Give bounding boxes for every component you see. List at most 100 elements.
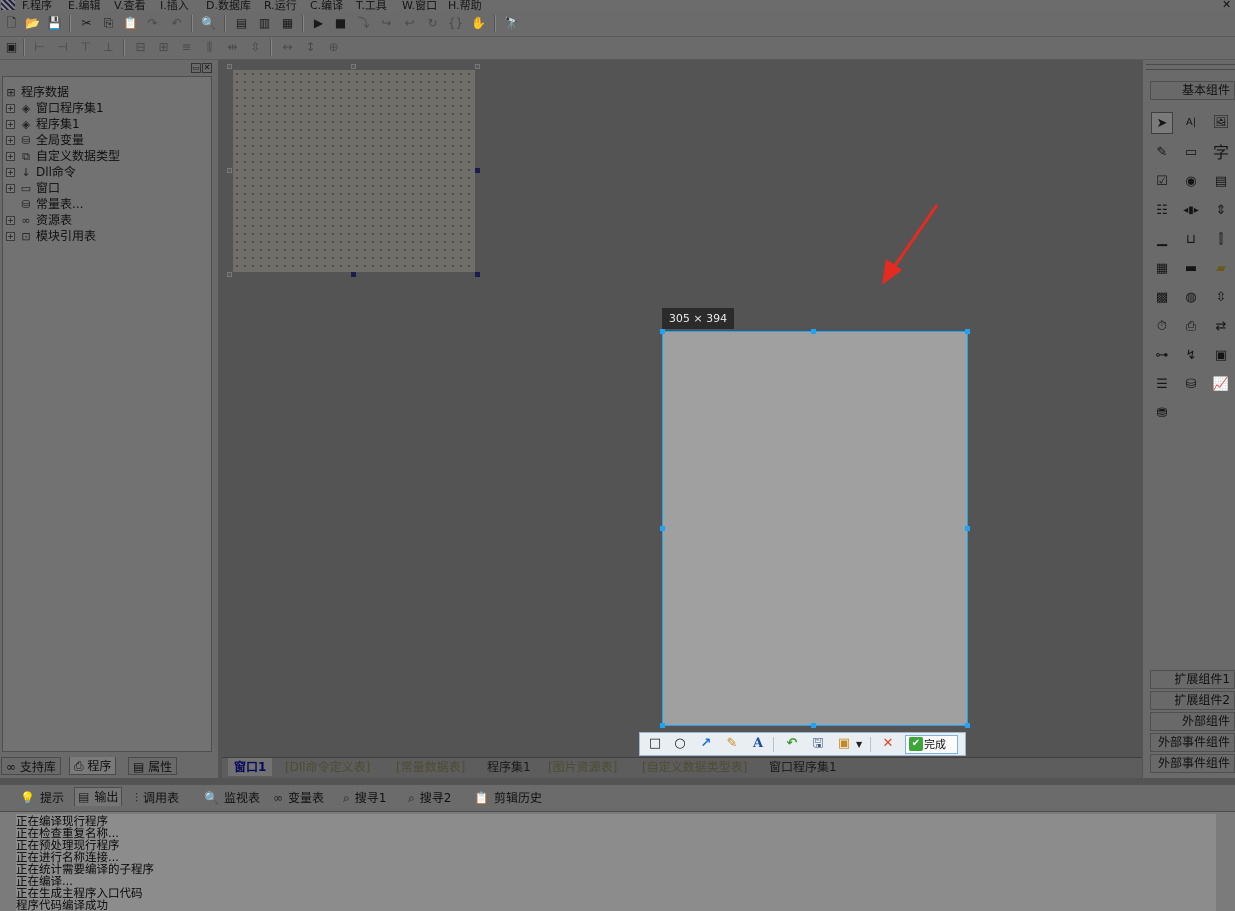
find-icon[interactable]: 🔍 bbox=[200, 15, 217, 31]
tree-item-dll-commands[interactable]: + ↓ Dll命令 bbox=[6, 164, 76, 180]
tree-item-assembly[interactable]: + ◈ 程序集1 bbox=[6, 116, 80, 132]
doc-tab-window-assembly1[interactable]: 窗口程序集1 bbox=[763, 758, 843, 776]
extension-components-1-button[interactable]: 扩展组件1 bbox=[1150, 670, 1235, 689]
redo-icon[interactable]: ↷ bbox=[144, 15, 161, 31]
external-components-button[interactable]: 外部组件 bbox=[1150, 712, 1235, 731]
doc-tab-window1[interactable]: 窗口1 bbox=[228, 758, 273, 776]
menu-run[interactable]: R.运行 bbox=[264, 0, 297, 12]
external-event-components-button[interactable]: 外部事件组件 bbox=[1150, 754, 1235, 773]
minimize-panel-icon[interactable]: ▭ bbox=[191, 63, 201, 73]
chart-icon[interactable]: 📈 bbox=[1210, 374, 1232, 396]
font-icon[interactable]: 字 bbox=[1210, 142, 1232, 164]
same-size-icon[interactable]: ⇳ bbox=[247, 39, 264, 55]
tab-search2[interactable]: ⌕ 搜寻2 bbox=[408, 789, 451, 808]
tab-hints[interactable]: 💡 提示 bbox=[20, 789, 64, 808]
align-right-icon[interactable]: ⊣ bbox=[54, 39, 71, 55]
rectangle-tool-icon[interactable]: □ bbox=[646, 735, 664, 752]
code-view-icon[interactable]: ▥ bbox=[256, 15, 273, 31]
save-icon[interactable]: 🖫 bbox=[809, 735, 827, 752]
menu-help[interactable]: H.帮助 bbox=[448, 0, 482, 12]
tab-support-library[interactable]: ∞ 支持库 bbox=[1, 757, 61, 775]
output-text-area[interactable] bbox=[16, 814, 1216, 911]
list-box-icon[interactable]: ☷ bbox=[1151, 200, 1173, 222]
capture-handle[interactable] bbox=[660, 329, 665, 334]
tree-item-module-references[interactable]: + ⊡ 模块引用表 bbox=[6, 228, 96, 244]
tab-properties[interactable]: ▤ 属性 bbox=[128, 757, 178, 775]
expand-icon[interactable]: + bbox=[6, 232, 15, 241]
checkbox-icon[interactable]: ☑ bbox=[1151, 171, 1173, 193]
tree-item-global-variables[interactable]: + ⛁ 全局变量 bbox=[6, 132, 84, 148]
window-form-design[interactable] bbox=[233, 70, 475, 272]
save-icon[interactable]: 💾 bbox=[46, 15, 63, 31]
tab-variables[interactable]: ∞ 变量表 bbox=[273, 789, 324, 808]
open-folder-icon[interactable]: 📂 bbox=[24, 15, 41, 31]
expand-icon[interactable]: + bbox=[6, 104, 15, 113]
align-top-icon[interactable]: ⊤ bbox=[77, 39, 94, 55]
odbc-icon[interactable]: ⛃ bbox=[1151, 403, 1173, 425]
vertical-scrollbar-icon[interactable]: ⇕ bbox=[1210, 200, 1232, 222]
cancel-icon[interactable]: ✕ bbox=[879, 735, 897, 752]
calendar-icon[interactable]: ▩ bbox=[1151, 287, 1173, 309]
space-vertical-icon[interactable]: ⇹ bbox=[224, 39, 241, 55]
expand-icon[interactable]: + bbox=[6, 184, 15, 193]
capture-handle[interactable] bbox=[811, 723, 816, 728]
globe-icon[interactable]: ◍ bbox=[1180, 287, 1202, 309]
braces-icon[interactable]: {} bbox=[447, 15, 464, 31]
step-out-icon[interactable]: ↩ bbox=[401, 15, 418, 31]
ruler-icon[interactable]: ▁ bbox=[1151, 229, 1173, 251]
tree-item-windows[interactable]: + ▭ 窗口 bbox=[6, 180, 60, 196]
expand-icon[interactable]: + bbox=[6, 120, 15, 129]
tab-call-table[interactable]: ⫶ 调用表 bbox=[135, 789, 179, 808]
database-icon[interactable]: ⛁ bbox=[1180, 374, 1202, 396]
expand-icon[interactable]: + bbox=[6, 168, 15, 177]
resize-handle[interactable] bbox=[227, 272, 232, 277]
slider-icon[interactable]: ⫿ bbox=[1210, 229, 1232, 251]
group-box-icon[interactable]: ⊔ bbox=[1180, 229, 1202, 251]
tab-watch-table[interactable]: 🔍 监视表 bbox=[204, 789, 260, 808]
cut-icon[interactable]: ✂ bbox=[78, 15, 95, 31]
close-panel-icon[interactable]: ✕ bbox=[202, 63, 212, 73]
expand-icon[interactable]: + bbox=[6, 136, 15, 145]
menu-edit[interactable]: E.编辑 bbox=[68, 0, 100, 12]
done-button[interactable]: ✔ 完成 bbox=[905, 735, 958, 754]
same-width-icon[interactable]: ↔ bbox=[279, 39, 296, 55]
space-horizontal-icon[interactable]: ⫼ bbox=[201, 39, 218, 55]
basic-components-header[interactable]: 基本组件 bbox=[1150, 81, 1235, 100]
help-search-icon[interactable]: 🔭 bbox=[503, 15, 520, 31]
radio-button-icon[interactable]: ◉ bbox=[1180, 171, 1202, 193]
tab-clip-history[interactable]: 📋 剪辑历史 bbox=[474, 789, 542, 808]
resize-handle[interactable] bbox=[351, 64, 356, 69]
step-into-icon[interactable]: ⤵ bbox=[355, 15, 372, 31]
timer-icon[interactable]: ⏱ bbox=[1151, 316, 1173, 338]
resize-handle[interactable] bbox=[227, 168, 232, 173]
network-icon[interactable]: ⊶ bbox=[1151, 345, 1173, 367]
horizontal-scrollbar-icon[interactable]: ◂▮▸ bbox=[1180, 200, 1202, 222]
menu-program[interactable]: F.程序 bbox=[22, 0, 52, 12]
align-left-icon[interactable]: ⊢ bbox=[31, 39, 48, 55]
space-even-icon[interactable]: ≡ bbox=[178, 39, 195, 55]
brush-tool-icon[interactable]: ✎ bbox=[723, 735, 741, 752]
grid-icon[interactable]: ▦ bbox=[1151, 258, 1173, 280]
menu-insert[interactable]: I.插入 bbox=[160, 0, 189, 12]
resize-handle[interactable] bbox=[351, 272, 356, 277]
frame-icon[interactable]: ▣ bbox=[1210, 345, 1232, 367]
resize-handle[interactable] bbox=[475, 168, 480, 173]
progress-bar-icon[interactable]: ▬ bbox=[1180, 258, 1202, 280]
split-view-icon[interactable]: ▦ bbox=[279, 15, 296, 31]
layout-view-icon[interactable]: ▤ bbox=[233, 15, 250, 31]
close-document-icon[interactable]: ✕ bbox=[1222, 0, 1231, 11]
center-form-icon[interactable]: ⊕ bbox=[325, 39, 342, 55]
label-icon[interactable]: A| bbox=[1180, 112, 1202, 134]
paste-icon[interactable]: 📋 bbox=[122, 15, 139, 31]
expand-icon[interactable]: + bbox=[6, 152, 15, 161]
resize-handle[interactable] bbox=[475, 64, 480, 69]
step-over-icon[interactable]: ↪ bbox=[378, 15, 395, 31]
capture-handle[interactable] bbox=[811, 329, 816, 334]
ellipse-tool-icon[interactable]: ○ bbox=[671, 735, 689, 752]
expand-icon[interactable]: + bbox=[6, 216, 15, 225]
copy-icon[interactable]: ⎘ bbox=[100, 15, 117, 31]
stop-icon[interactable]: ■ bbox=[332, 15, 349, 31]
capture-handle[interactable] bbox=[965, 723, 970, 728]
capture-handle[interactable] bbox=[965, 329, 970, 334]
tab-search1[interactable]: ⌕ 搜寻1 bbox=[343, 789, 386, 808]
